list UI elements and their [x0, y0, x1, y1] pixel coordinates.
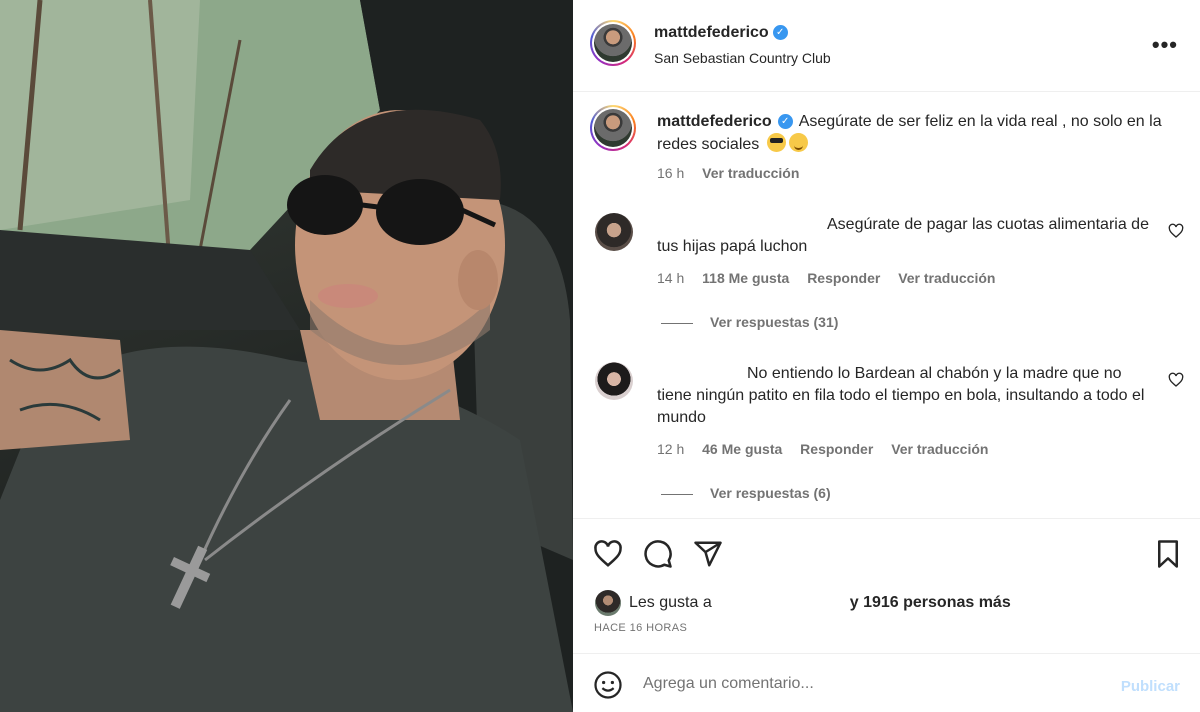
post-photo[interactable]	[0, 0, 573, 712]
comment-time: 14 h	[657, 270, 685, 286]
author-username-wrap[interactable]: mattdefederico ✓	[654, 24, 788, 42]
comment-reply-link[interactable]: Responder	[807, 270, 880, 286]
caption-avatar[interactable]	[590, 105, 636, 151]
tattooed-arm	[0, 330, 130, 450]
more-options-icon[interactable]: •••	[1152, 32, 1178, 58]
view-replies-link[interactable]: Ver respuestas (31)	[661, 314, 838, 330]
comment-likes-count[interactable]: 118 Me gusta	[702, 270, 789, 286]
comment-text-block: Asegúrate de pagar las cuotas alimentari…	[657, 214, 1157, 258]
comment-composer: Publicar	[573, 653, 1200, 712]
author-avatar[interactable]	[590, 20, 636, 66]
hidden-username	[657, 364, 747, 378]
action-bar	[573, 518, 1200, 588]
sunglasses-left-lens	[287, 175, 363, 235]
save-bookmark-icon[interactable]	[1153, 539, 1183, 569]
commenter-avatar[interactable]	[595, 213, 633, 251]
sunglasses-emoji-icon	[766, 133, 786, 152]
likes-count[interactable]: y 1916 personas más	[850, 594, 1011, 611]
caption-time: 16 h	[657, 165, 685, 181]
verified-badge-icon: ✓	[777, 114, 793, 130]
liker-avatar[interactable]	[595, 590, 621, 616]
caption-translate-link[interactable]: Ver traducción	[702, 165, 799, 181]
verified-badge-icon: ✓	[772, 25, 788, 41]
emoji-picker-icon[interactable]	[593, 670, 623, 700]
comment-text-block: No entiendo lo Bardean al chabón y la ma…	[657, 363, 1157, 429]
comment-bubble-icon[interactable]	[643, 539, 673, 569]
post-location[interactable]: San Sebastian Country Club	[654, 50, 831, 66]
car-door	[0, 230, 300, 330]
likes-prefix: Les gusta a	[629, 594, 712, 612]
caption-meta: 16 h Ver traducción	[657, 165, 813, 181]
comment-likes-count[interactable]: 46 Me gusta	[702, 441, 782, 457]
comment-input[interactable]	[643, 668, 1103, 700]
share-paper-plane-icon[interactable]	[693, 539, 723, 569]
post-detail-panel: mattdefederico ✓ San Sebastian Country Cl…	[573, 0, 1200, 712]
commenter-avatar[interactable]	[595, 362, 633, 400]
ear	[458, 250, 498, 310]
comment-reply-link[interactable]: Responder	[800, 441, 873, 457]
view-replies-link[interactable]: Ver respuestas (6)	[661, 485, 831, 501]
comment-like-heart-icon[interactable]	[1168, 223, 1184, 239]
comment-translate-link[interactable]: Ver traducción	[898, 270, 995, 286]
likes-summary: Les gusta a y 1916 personas más	[595, 590, 1011, 616]
caption-text-block: mattdefederico ✓ Asegúrate de ser feliz en…	[657, 111, 1177, 156]
mouth	[318, 284, 378, 308]
comment-meta: 12 h 46 Me gusta Responder Ver traducció…	[657, 441, 1002, 457]
hidden-username	[657, 215, 827, 229]
like-heart-icon[interactable]	[593, 539, 623, 569]
comment-meta: 14 h 118 Me gusta Responder Ver traducci…	[657, 270, 1009, 286]
caption-username[interactable]: mattdefederico	[657, 113, 772, 130]
sunglasses-bridge	[361, 202, 379, 210]
selfie-illustration	[0, 0, 573, 712]
post-time-ago: HACE 16 HORAS	[594, 622, 688, 634]
post-header: mattdefederico ✓ San Sebastian Country Cl…	[573, 0, 1200, 92]
comment-like-heart-icon[interactable]	[1168, 372, 1184, 388]
publish-button[interactable]: Publicar	[1121, 678, 1180, 695]
comment-time: 12 h	[657, 441, 685, 457]
comment-translate-link[interactable]: Ver traducción	[891, 441, 988, 457]
sunglasses-right-lens	[376, 179, 464, 245]
author-username[interactable]: mattdefederico	[654, 24, 769, 41]
wink-emoji-icon	[788, 133, 808, 152]
